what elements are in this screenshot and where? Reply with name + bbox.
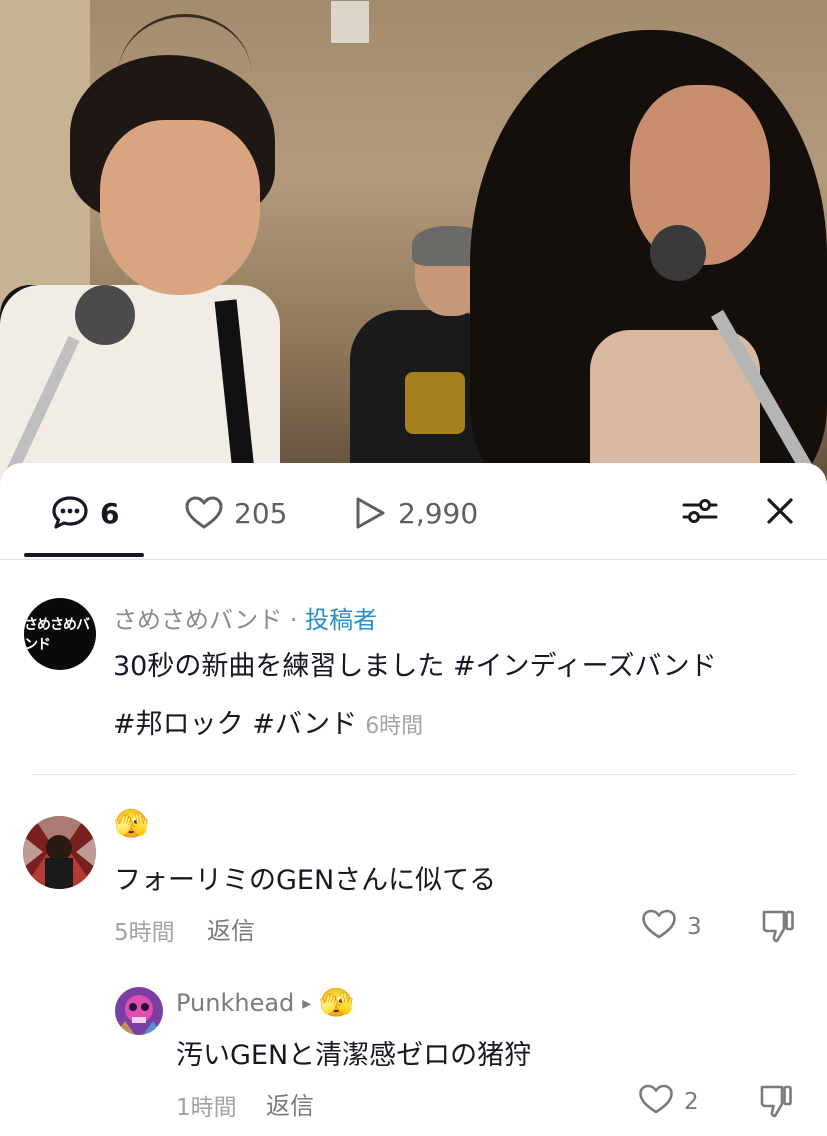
caption-line-2: #邦ロック #バンド (113, 709, 358, 740)
reply-arrow-icon: ▸ (302, 992, 312, 1014)
play-outline-icon (352, 495, 388, 531)
heart-outline-icon (638, 1083, 674, 1121)
comment-bubble-icon (50, 494, 90, 532)
dislike-button[interactable] (760, 908, 796, 948)
video-shirt-print (405, 372, 465, 434)
caption-text: 30秒の新曲を練習しました #インディーズバンド #邦ロック #バンド 6時間 (113, 638, 813, 756)
reply-avatar[interactable] (115, 987, 163, 1035)
comment-like-count: 3 (687, 914, 702, 940)
comments-sheet: 6 205 2,990 さめさめバンド さめさめバンド · 投稿者 30秒の新曲… (0, 463, 827, 1136)
tab-comments[interactable]: 6 (50, 493, 119, 533)
reply-reply-button[interactable]: 返信 (266, 1086, 314, 1121)
caption-author-name[interactable]: さめさめバンド (113, 606, 282, 634)
reply-time: 1時間 (176, 1095, 237, 1121)
caption-separator: · (282, 606, 306, 634)
thumbs-down-icon (760, 910, 796, 948)
comment-time: 5時間 (114, 920, 175, 946)
video-wall-outlet (330, 0, 370, 44)
reply-dislike-button[interactable] (758, 1083, 794, 1123)
thumbs-down-icon (758, 1085, 794, 1123)
tab-views-count: 2,990 (398, 496, 479, 530)
video-mic-right (650, 225, 706, 281)
comment-item: 🫣 フォーリミのGENさんに似てる 5時間 返信 3 (0, 808, 827, 958)
author-tag: 投稿者 (305, 606, 378, 634)
author-avatar-logo-text: さめさめバンド (24, 617, 90, 653)
reply-username[interactable]: Punkhead (176, 989, 294, 1017)
tab-comments-count: 6 (100, 496, 120, 530)
caption-divider (32, 774, 796, 775)
caption-line-2-wrap: #邦ロック #バンド 6時間 (113, 696, 813, 756)
reply-like-count: 2 (684, 1089, 699, 1115)
heart-outline-icon (641, 908, 677, 946)
video-preview[interactable] (0, 0, 827, 500)
reply-username-line: Punkhead ▸ 🫣 (176, 983, 354, 1023)
video-mic-left (75, 285, 135, 345)
tab-likes-count: 205 (234, 496, 288, 530)
sliders-icon (681, 496, 719, 530)
heart-outline-icon (184, 495, 224, 531)
reply-item: Punkhead ▸ 🫣 汚いGENと清潔感ゼロの猪狩 1時間 返信 2 (0, 981, 827, 1131)
comment-text: フォーリミのGENさんに似てる (114, 865, 497, 896)
comment-avatar[interactable] (23, 816, 96, 889)
author-avatar[interactable]: さめさめバンド (24, 598, 96, 670)
active-tab-indicator (24, 553, 144, 557)
reply-text: 汚いGENと清潔感ゼロの猪狩 (176, 1040, 532, 1071)
reply-emoji: 🫣 (319, 986, 355, 1019)
close-icon (765, 496, 795, 530)
filter-button[interactable] (680, 495, 720, 531)
comments-tab-bar: 6 205 2,990 (0, 463, 827, 560)
reply-like-button[interactable]: 2 (638, 1083, 699, 1121)
reply-button[interactable]: 返信 (207, 911, 255, 946)
close-button[interactable] (762, 495, 798, 531)
tab-views[interactable]: 2,990 (352, 493, 478, 533)
video-person-left-face (100, 120, 260, 295)
caption-author-line: さめさめバンド · 投稿者 (113, 600, 377, 635)
comment-emoji: 🫣 (114, 807, 149, 840)
caption-time: 6時間 (365, 714, 424, 739)
caption-line-1: 30秒の新曲を練習しました #インディーズバンド (113, 651, 717, 682)
comment-like-button[interactable]: 3 (641, 908, 702, 946)
tab-likes[interactable]: 205 (184, 493, 287, 533)
